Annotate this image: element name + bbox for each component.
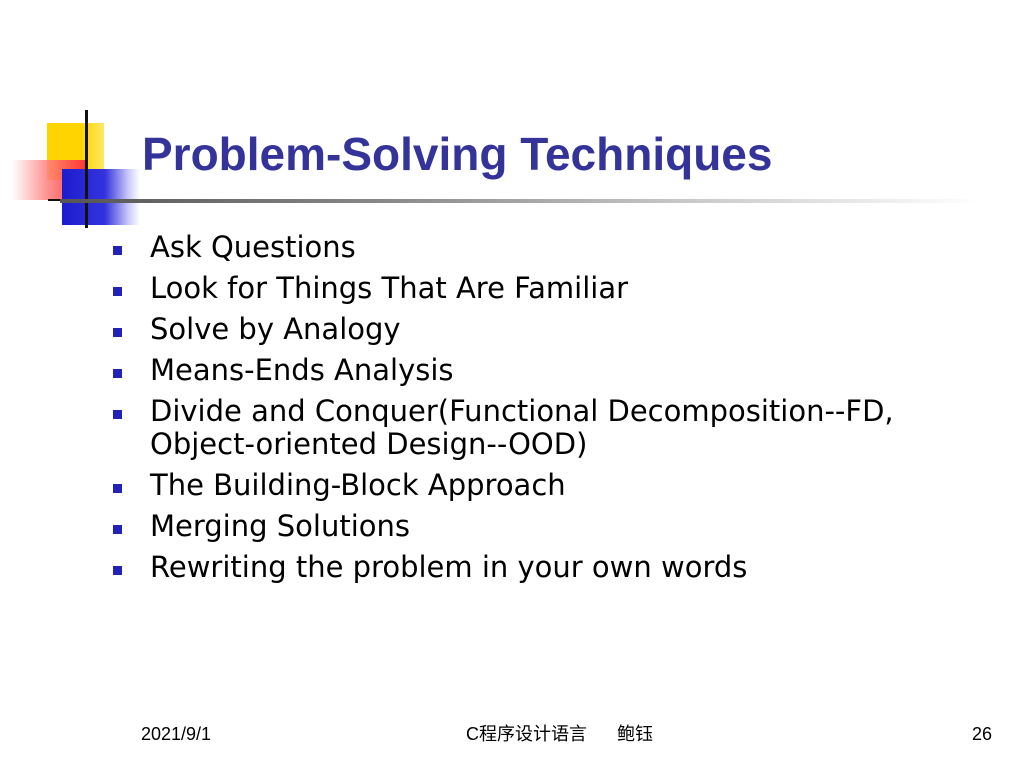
square-bullet-icon <box>113 246 122 255</box>
bullet-item: Means-Ends Analysis <box>110 354 990 387</box>
bullet-text: Rewriting the problem in your own words <box>150 550 748 584</box>
corner-decoration <box>0 0 160 240</box>
bullet-item: The Building-Block Approach <box>110 469 990 502</box>
bullet-text: The Building-Block Approach <box>150 468 566 502</box>
decoration-blue-square <box>62 169 140 225</box>
square-bullet-icon <box>113 287 122 296</box>
bullet-item: Look for Things That Are Familiar <box>110 272 990 305</box>
bullet-list: Ask Questions Look for Things That Are F… <box>110 231 990 592</box>
footer-date: 2021/9/1 <box>141 724 212 744</box>
footer-course-author: C程序设计语言 鲍钰 <box>466 724 654 744</box>
bullet-text: Ask Questions <box>150 230 356 264</box>
page-number: 26 <box>971 724 992 744</box>
bullet-text: Merging Solutions <box>150 509 410 543</box>
square-bullet-icon <box>113 369 122 378</box>
bullet-item: Solve by Analogy <box>110 313 990 346</box>
bullet-item: Merging Solutions <box>110 510 990 543</box>
title-underline <box>60 199 980 203</box>
bullet-text: Look for Things That Are Familiar <box>150 271 629 305</box>
bullet-text: Solve by Analogy <box>150 312 401 346</box>
bullet-item: Ask Questions <box>110 231 990 264</box>
slide: Problem-Solving Techniques Ask Questions… <box>0 0 1024 768</box>
square-bullet-icon <box>113 525 122 534</box>
bullet-item: Divide and Conquer(Functional Decomposit… <box>110 395 990 461</box>
decoration-vertical-line <box>85 110 88 228</box>
bullet-item: Rewriting the problem in your own words <box>110 551 990 584</box>
square-bullet-icon <box>113 410 122 419</box>
square-bullet-icon <box>113 328 122 337</box>
bullet-text: Means-Ends Analysis <box>150 353 454 387</box>
square-bullet-icon <box>113 484 122 493</box>
slide-title: Problem-Solving Techniques <box>142 128 773 180</box>
bullet-text: Divide and Conquer(Functional Decomposit… <box>150 394 894 461</box>
square-bullet-icon <box>113 566 122 575</box>
